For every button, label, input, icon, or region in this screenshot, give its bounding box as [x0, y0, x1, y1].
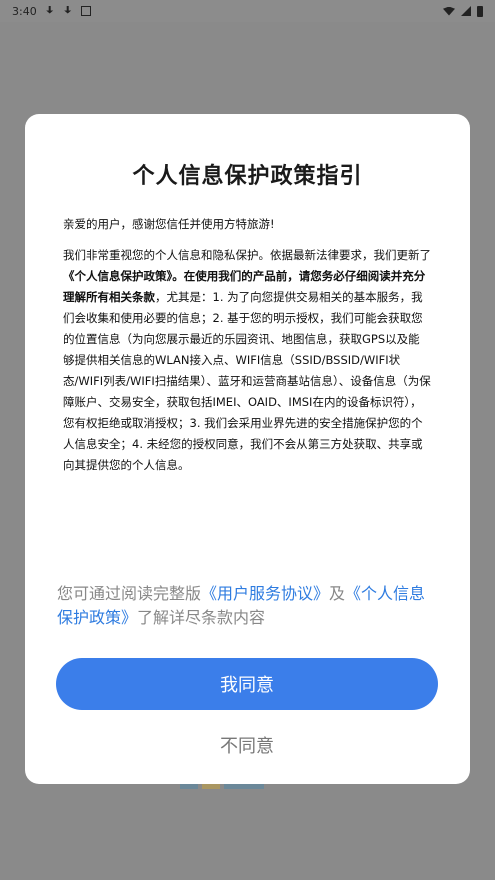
note-and: 及 [329, 584, 346, 603]
greeting-text: 亲爱的用户，感谢您信任并使用方特旅游! [63, 217, 275, 231]
policy-body-part2: ，尤其是：1. 为了向您提供交易相关的基本服务，我们会收集和使用必要的信息；2.… [63, 290, 431, 472]
note-prefix: 您可通过阅读完整版 [57, 584, 202, 603]
privacy-dialog: 个人信息保护政策指引 亲爱的用户，感谢您信任并使用方特旅游! 我们非常重视您的个… [25, 114, 470, 784]
wifi-icon [443, 6, 455, 16]
disagree-button[interactable]: 不同意 [56, 726, 438, 764]
policy-body: 我们非常重视您的个人信息和隐私保护。依据最新法律要求，我们更新了《个人信息保护政… [63, 245, 431, 476]
download-icon-2 [64, 6, 72, 14]
notification-app-icon [80, 6, 91, 16]
dialog-title: 个人信息保护政策指引 [132, 164, 363, 189]
agreement-note: 您可通过阅读完整版《用户服务协议》及《个人信息保护政策》了解详尽条款内容 [57, 582, 441, 630]
agree-button[interactable]: 我同意 [56, 658, 438, 710]
status-right [443, 5, 483, 17]
battery-icon [477, 5, 483, 17]
status-bar: 3:40 [0, 0, 495, 22]
status-left: 3:40 [12, 5, 91, 18]
note-suffix: 了解详尽条款内容 [137, 608, 266, 627]
policy-body-part1: 我们非常重视您的个人信息和隐私保护。依据最新法律要求，我们更新了 [63, 248, 431, 262]
signal-icon [461, 6, 471, 16]
status-time: 3:40 [12, 4, 37, 18]
policy-text-scroll[interactable]: 亲爱的用户，感谢您信任并使用方特旅游! 我们非常重视您的个人信息和隐私保护。依据… [63, 214, 431, 554]
user-service-agreement-link[interactable]: 《用户服务协议》 [201, 584, 329, 603]
download-icon [46, 6, 54, 14]
